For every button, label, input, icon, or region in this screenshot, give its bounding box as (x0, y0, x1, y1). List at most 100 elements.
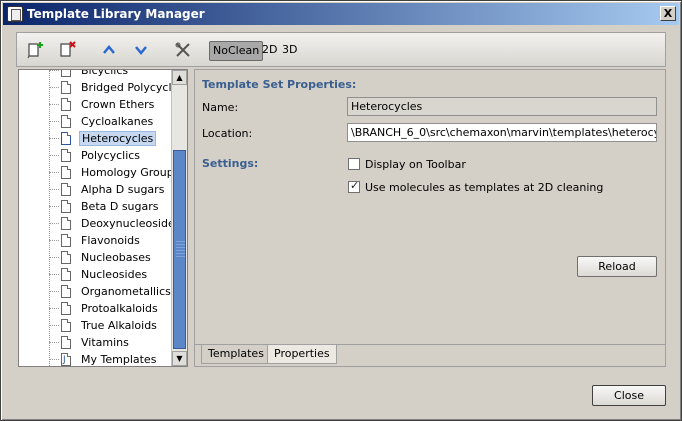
document-icon (61, 302, 71, 315)
document-icon (61, 98, 71, 111)
delete-template-set-button[interactable] (57, 38, 79, 62)
document-icon (61, 166, 71, 179)
display-on-toolbar-checkbox[interactable] (348, 158, 360, 170)
document-icon (61, 352, 71, 366)
tree-connector (49, 206, 59, 207)
move-down-button[interactable] (131, 38, 151, 62)
tree-connector (49, 172, 59, 173)
tree-item[interactable]: Crown Ethers (19, 96, 173, 113)
name-label: Name: (202, 101, 239, 114)
document-icon (61, 115, 71, 128)
tree-item[interactable]: Deoxynucleosides (19, 215, 180, 232)
tree-item[interactable]: Beta D sugars (19, 198, 173, 215)
tab-bar: Templates Properties (195, 344, 665, 366)
tree-item-label: Alpha D sugars (81, 183, 165, 196)
document-icon (61, 234, 71, 247)
tree-item-label: True Alkaloids (81, 319, 157, 332)
template-set-tree[interactable]: Bicyclics Bridged Polycyclics Crown Ethers… (18, 69, 188, 367)
tree-connector (49, 274, 59, 275)
location-label: Location: (202, 127, 253, 140)
tree-item-label: Deoxynucleosides (81, 217, 181, 230)
document-icon (61, 217, 71, 230)
tree-connector (49, 87, 59, 88)
display-on-toolbar-row[interactable]: Display on Toolbar (348, 156, 466, 172)
document-icon (61, 319, 71, 332)
delete-template-set-icon (60, 41, 76, 57)
tree-connector (49, 104, 59, 105)
properties-panel: Template Set Properties: Name: Heterocyc… (194, 69, 666, 367)
tree-connector (49, 189, 59, 190)
document-icon (61, 132, 71, 145)
tree-scrollbar[interactable]: ▲ ▼ (171, 70, 187, 366)
tree-item[interactable]: Bicyclics (19, 69, 173, 79)
tree-connector (49, 223, 59, 224)
tree-connector (49, 70, 59, 71)
tools-button[interactable] (172, 38, 194, 62)
new-template-set-button[interactable] (25, 38, 47, 62)
document-icon (61, 70, 71, 77)
2d-toggle[interactable]: 2D (259, 41, 280, 61)
tree-item[interactable]: Bridged Polycyclics (19, 79, 186, 96)
tree-item[interactable]: Nucleobases (19, 249, 173, 266)
tree-list: Bicyclics Bridged Polycyclics Crown Ethers… (19, 69, 186, 366)
tree-item-label: Beta D sugars (81, 200, 159, 213)
use-molecules-row[interactable]: Use molecules as templates at 2D cleanin… (348, 179, 603, 195)
tab-properties[interactable]: Properties (267, 345, 337, 364)
tree-connector (49, 359, 59, 360)
tree-item[interactable]: Organometallics (19, 283, 173, 300)
document-icon (61, 183, 71, 196)
app-icon (7, 6, 23, 22)
noclean-toggle[interactable]: NoClean (209, 41, 264, 61)
tree-connector (49, 342, 59, 343)
tree-item[interactable]: Vitamins (19, 334, 173, 351)
use-molecules-checkbox[interactable] (348, 179, 360, 193)
document-icon (61, 200, 71, 213)
tree-item[interactable]: True Alkaloids (19, 317, 173, 334)
move-down-icon (135, 46, 147, 55)
display-on-toolbar-label: Display on Toolbar (365, 157, 466, 171)
tree-item-label: Crown Ethers (81, 98, 155, 111)
tree-item-label: Nucleosides (81, 268, 148, 281)
title-bar[interactable]: Template Library Manager X (3, 3, 679, 25)
scroll-down-arrow[interactable]: ▼ (172, 351, 187, 366)
settings-title: Settings: (202, 157, 259, 170)
scroll-thumb[interactable] (173, 150, 186, 349)
move-up-button[interactable] (99, 38, 119, 62)
scroll-up-arrow[interactable]: ▲ (172, 70, 187, 85)
document-icon (61, 81, 71, 94)
tree-connector (49, 308, 59, 309)
tree-item[interactable]: Flavonoids (19, 232, 173, 249)
tree-item[interactable]: Protoalkaloids (19, 300, 173, 317)
tab-templates[interactable]: Templates (201, 345, 271, 364)
tree-item[interactable]: Nucleosides (19, 266, 173, 283)
tree-item[interactable]: Homology Groups (19, 164, 179, 181)
tree-item[interactable]: Alpha D sugars (19, 181, 173, 198)
3d-toggle[interactable]: 3D (279, 41, 300, 61)
location-field[interactable]: \BRANCH_6_0\src\chemaxon\marvin\template… (347, 123, 657, 142)
tree-item[interactable]: Heterocycles (19, 130, 173, 147)
tree-item-label: Bicyclics (81, 69, 129, 77)
name-field[interactable]: Heterocycles (347, 97, 657, 116)
tree-item-label: Homology Groups (81, 166, 180, 179)
window-title: Template Library Manager (27, 7, 205, 21)
tree-item-label: Vitamins (81, 336, 129, 349)
use-molecules-label: Use molecules as templates at 2D cleanin… (365, 180, 604, 194)
tree-connector (49, 325, 59, 326)
tree-item[interactable]: My Templates (19, 351, 173, 366)
tree-item-label: Polycyclics (81, 149, 141, 162)
toolbar: NoClean 2D 3D (16, 32, 666, 67)
window-close-button[interactable]: X (660, 6, 676, 21)
template-library-manager-window: Template Library Manager X NoClean 2D 3D… (0, 0, 682, 421)
tree-connector (49, 121, 59, 122)
close-button[interactable]: Close (592, 385, 666, 406)
document-icon (61, 268, 71, 281)
reload-button[interactable]: Reload (577, 256, 657, 277)
tree-item-label: Heterocycles (79, 131, 157, 146)
tree-item-label: Flavonoids (81, 234, 140, 247)
tree-item-label: My Templates (81, 353, 157, 366)
tree-item[interactable]: Polycyclics (19, 147, 173, 164)
document-icon (61, 251, 71, 264)
scroll-grip (176, 241, 185, 259)
template-set-properties-title: Template Set Properties: (202, 78, 357, 91)
tree-item[interactable]: Cycloalkanes (19, 113, 173, 130)
